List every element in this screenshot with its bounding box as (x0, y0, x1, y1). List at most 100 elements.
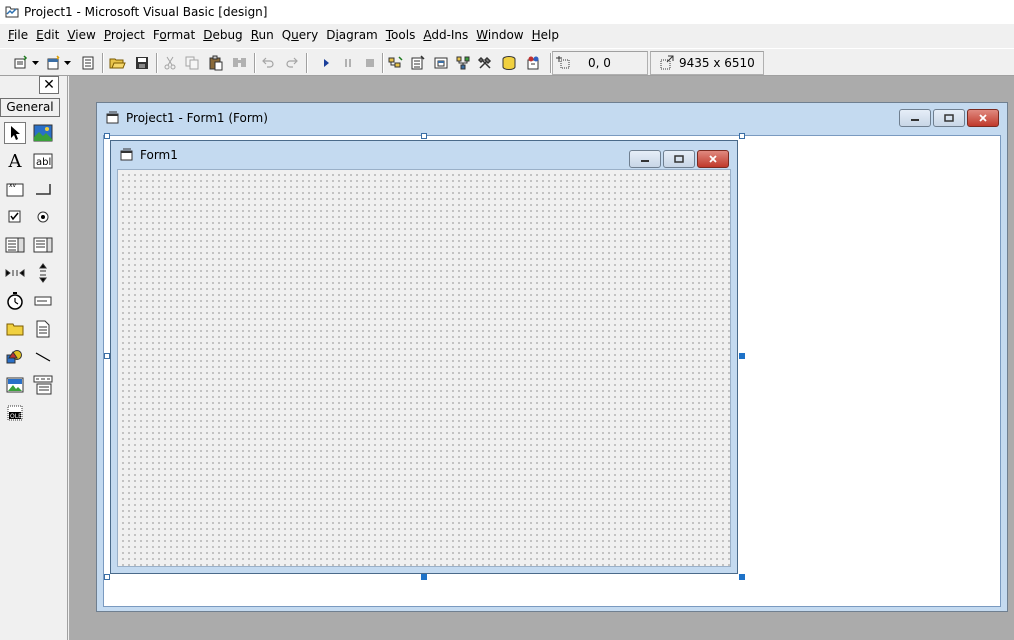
menu-editor-icon[interactable] (78, 53, 98, 73)
designer-maximize-button[interactable] (933, 109, 965, 127)
combobox-tool[interactable] (4, 234, 26, 256)
label-tool[interactable]: A (4, 150, 26, 172)
position-icon (554, 53, 574, 73)
shape-icon (6, 349, 24, 365)
resize-handle-bottom[interactable] (421, 574, 427, 580)
standard-toolbar: 0, 0 9435 x 6510 (0, 48, 1014, 76)
menu-label-part: ools (391, 28, 416, 42)
form1-minimize-button[interactable] (629, 150, 661, 168)
object-browser-icon[interactable] (454, 53, 474, 73)
data-icon (33, 375, 53, 395)
menu-item[interactable]: Tools (382, 25, 420, 45)
designer-close-button[interactable] (967, 109, 999, 127)
optionbutton-tool[interactable] (32, 206, 54, 228)
toolbox-close-button[interactable]: ✕ (39, 76, 59, 94)
menu-label-part: ebug (212, 28, 243, 42)
add-form-dropdown[interactable] (62, 53, 72, 73)
commandbutton-tool[interactable] (32, 178, 54, 200)
redo-icon[interactable] (282, 53, 302, 73)
frame-icon: xv (6, 181, 24, 197)
project-explorer-icon[interactable] (386, 53, 406, 73)
menu-item[interactable]: Format (149, 25, 199, 45)
menu-item[interactable]: View (63, 25, 99, 45)
find-icon[interactable] (230, 53, 250, 73)
resize-handle-bottom-right[interactable] (739, 574, 745, 580)
vscrollbar-tool[interactable] (32, 262, 54, 284)
form1-design-grid[interactable] (117, 169, 731, 567)
menu-label-part: roject (110, 28, 145, 42)
resize-handle-left[interactable] (104, 353, 110, 359)
frame-tool[interactable]: xv (4, 178, 26, 200)
filelistbox-tool[interactable] (32, 318, 54, 340)
menu-item[interactable]: Query (278, 25, 322, 45)
toolbox-tab-general[interactable]: General (0, 98, 60, 117)
menu-item[interactable]: File (4, 25, 32, 45)
menu-accelerator-key: W (476, 28, 488, 42)
form-designer-title-bar[interactable]: Project1 - Form1 (Form) (98, 104, 1006, 132)
shape-tool[interactable] (4, 346, 26, 368)
checkbox-tool[interactable] (4, 206, 26, 228)
dirlistbox-tool[interactable] (4, 318, 26, 340)
form1-window[interactable]: Form1 (110, 140, 738, 574)
designer-minimize-button[interactable] (899, 109, 931, 127)
resize-handle-top-left[interactable] (104, 133, 110, 139)
ole-tool[interactable]: OLE (4, 402, 26, 424)
picturebox-tool[interactable] (32, 122, 54, 144)
timer-tool[interactable] (4, 290, 26, 312)
drivelistbox-icon (34, 294, 52, 308)
resize-handle-bottom-left[interactable] (104, 574, 110, 580)
data-tool[interactable] (32, 374, 54, 396)
svg-text:OLE: OLE (10, 413, 22, 420)
position-readout: 0, 0 (588, 56, 611, 70)
pointer-tool[interactable] (4, 122, 26, 144)
break-icon[interactable] (338, 53, 358, 73)
save-project-icon[interactable] (132, 53, 152, 73)
hscrollbar-tool[interactable] (4, 262, 26, 284)
form1-close-button[interactable] (697, 150, 729, 168)
menu-item[interactable]: Add-Ins (419, 25, 472, 45)
menu-item[interactable]: Diagram (322, 25, 382, 45)
copy-icon[interactable] (182, 53, 202, 73)
resize-handle-right[interactable] (739, 353, 745, 359)
menu-bar: File Edit View Project Format Debug Run Query Di… (0, 24, 1014, 46)
form1-maximize-button[interactable] (663, 150, 695, 168)
cut-icon[interactable] (160, 53, 180, 73)
open-project-icon[interactable] (108, 53, 128, 73)
toolbar-separator (306, 53, 308, 73)
textbox-tool[interactable]: abl (32, 150, 54, 172)
resize-handle-top-right[interactable] (739, 133, 745, 139)
drivelistbox-tool[interactable] (32, 290, 54, 312)
menu-item[interactable]: Window (472, 25, 527, 45)
properties-window-icon[interactable] (408, 53, 428, 73)
toolbar-separator (254, 53, 256, 73)
listbox-tool[interactable] (32, 234, 54, 256)
toolbox-icon[interactable] (476, 53, 496, 73)
paste-icon[interactable] (206, 53, 226, 73)
data-view-icon[interactable] (500, 53, 520, 73)
hscrollbar-icon (5, 267, 25, 279)
menu-item[interactable]: Project (100, 25, 149, 45)
form-layout-icon[interactable] (432, 53, 452, 73)
undo-icon[interactable] (258, 53, 278, 73)
component-manager-icon[interactable] (524, 53, 544, 73)
optionbutton-icon (36, 210, 50, 224)
add-project-icon[interactable] (12, 53, 32, 73)
menu-item[interactable]: Run (247, 25, 278, 45)
menu-accelerator-key: P (103, 28, 111, 42)
end-icon[interactable] (360, 53, 380, 73)
menu-item[interactable]: Edit (32, 25, 63, 45)
image-tool[interactable] (4, 374, 26, 396)
start-icon[interactable] (316, 53, 336, 73)
add-form-icon[interactable] (44, 53, 64, 73)
line-tool[interactable] (32, 346, 54, 368)
toolbar-separator (382, 53, 384, 73)
folder-icon (6, 321, 24, 337)
menu-item[interactable]: Debug (199, 25, 246, 45)
menu-accelerator-key: H (531, 28, 541, 42)
menu-item[interactable]: Help (528, 25, 563, 45)
menu-label-part: agram (338, 28, 378, 42)
menu-label-part: rmat (166, 28, 196, 42)
resize-handle-top[interactable] (421, 133, 427, 139)
add-project-dropdown[interactable] (30, 53, 40, 73)
menu-label-part: dd-Ins (431, 28, 469, 42)
